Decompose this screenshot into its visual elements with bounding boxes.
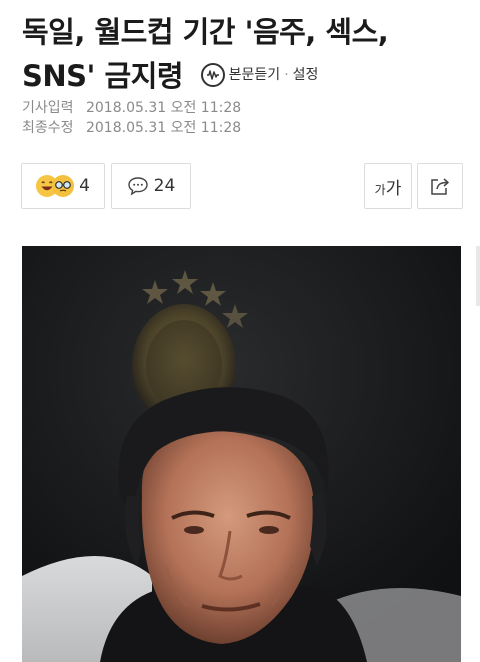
coach-portrait-image bbox=[22, 246, 461, 662]
headline-line-2: SNS' 금지령 bbox=[22, 59, 184, 93]
article-page: 독일, 월드컵 기간 '음주, 섹스, SNS' 금지령 본문듣기 · 설정 기… bbox=[0, 0, 480, 662]
listen-button[interactable]: 본문듣기 bbox=[229, 53, 281, 97]
speech-bubble-icon bbox=[127, 176, 149, 196]
settings-link[interactable]: 설정 bbox=[293, 53, 319, 97]
published-row: 기사입력 2018.05.31 오전 11:28 bbox=[22, 98, 322, 118]
separator: · bbox=[284, 67, 289, 83]
listen-controls: 본문듣기 · 설정 bbox=[200, 53, 319, 97]
font-size-label: 가가 bbox=[375, 174, 402, 199]
modified-label: 최종수정 bbox=[22, 120, 74, 136]
font-size-large-glyph: 가 bbox=[385, 178, 402, 199]
font-size-button[interactable]: 가가 bbox=[364, 163, 412, 209]
comment-count: 24 bbox=[153, 176, 176, 196]
glasses-emoji-icon bbox=[52, 175, 75, 197]
share-button[interactable] bbox=[417, 163, 463, 209]
published-timestamp: 2018.05.31 오전 11:28 bbox=[85, 100, 242, 116]
speaker-wave-icon[interactable] bbox=[200, 63, 225, 87]
modified-row: 최종수정 2018.05.31 오전 11:28 bbox=[22, 118, 322, 138]
share-arrow-icon bbox=[429, 176, 451, 196]
article-photo bbox=[22, 246, 461, 662]
reaction-button[interactable]: 4 bbox=[21, 163, 105, 209]
published-label: 기사입력 bbox=[22, 100, 74, 116]
scrollbar[interactable] bbox=[476, 246, 480, 306]
article-headline: 독일, 월드컵 기간 '음주, 섹스, SNS' 금지령 본문듣기 · 설정 bbox=[22, 10, 462, 100]
font-size-small-glyph: 가 bbox=[374, 182, 386, 197]
reaction-count: 4 bbox=[79, 176, 90, 196]
comment-button[interactable]: 24 bbox=[111, 163, 191, 209]
modified-timestamp: 2018.05.31 오전 11:28 bbox=[85, 120, 242, 136]
headline-line-1: 독일, 월드컵 기간 '음주, 섹스, bbox=[22, 15, 389, 49]
